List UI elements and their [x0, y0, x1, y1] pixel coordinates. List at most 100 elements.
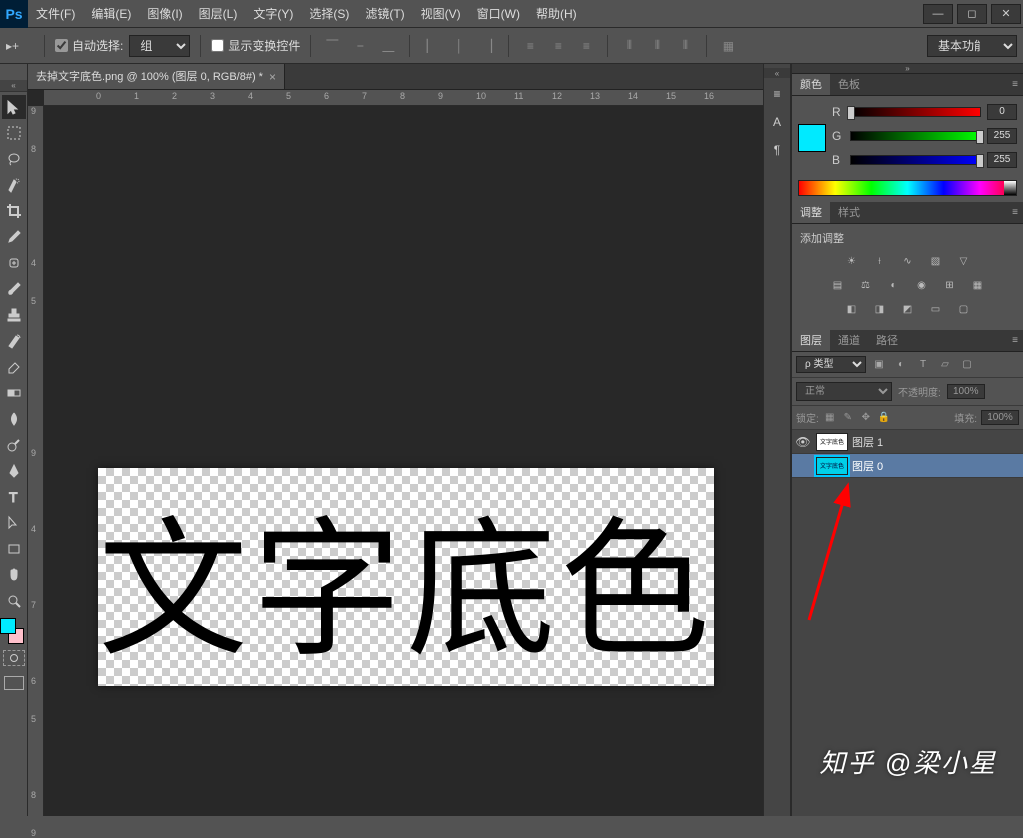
menu-file[interactable]: 文件(F): [28, 0, 83, 28]
fill-value[interactable]: 100%: [981, 410, 1019, 425]
history-brush-tool[interactable]: [2, 329, 26, 353]
menu-edit[interactable]: 编辑(E): [83, 0, 139, 28]
lookup-icon[interactable]: ▦: [968, 276, 988, 294]
dodge-tool[interactable]: [2, 433, 26, 457]
type-tool[interactable]: T: [2, 485, 26, 509]
stamp-tool[interactable]: [2, 303, 26, 327]
layer-filter-kind[interactable]: ρ 类型: [796, 356, 866, 373]
align-hcenter-icon[interactable]: │: [448, 35, 470, 57]
curves-icon[interactable]: ∿: [898, 252, 918, 270]
gradient-map-icon[interactable]: ▭: [926, 300, 946, 318]
layer-row[interactable]: 👁 文字底色 图层 1: [792, 430, 1023, 454]
lock-position-icon[interactable]: ✥: [859, 411, 873, 425]
visibility-icon[interactable]: 👁: [794, 433, 812, 451]
align-vcenter-icon[interactable]: ⎯: [349, 35, 371, 57]
hue-strip[interactable]: [798, 180, 1017, 196]
lock-transparency-icon[interactable]: ▦: [823, 411, 837, 425]
brush-tool[interactable]: [2, 277, 26, 301]
color-swatches[interactable]: [0, 618, 26, 644]
channel-mixer-icon[interactable]: ⊞: [940, 276, 960, 294]
align-right-icon[interactable]: ▕: [476, 35, 498, 57]
marquee-tool[interactable]: [2, 121, 26, 145]
menu-layer[interactable]: 图层(L): [191, 0, 246, 28]
menu-filter[interactable]: 滤镜(T): [357, 0, 412, 28]
document-tab[interactable]: 去掉文字底色.png @ 100% (图层 0, RGB/8#) * ×: [28, 64, 285, 89]
show-transform-checkbox[interactable]: 显示变换控件: [211, 37, 300, 54]
b-slider[interactable]: [850, 155, 981, 165]
distribute-vcenter-icon[interactable]: ≡: [547, 35, 569, 57]
tab-channels[interactable]: 通道: [830, 330, 868, 351]
adjust-panel-menu-icon[interactable]: ≡: [1007, 202, 1023, 223]
bw-icon[interactable]: ◐: [884, 276, 904, 294]
tab-color[interactable]: 颜色: [792, 74, 830, 95]
quick-mask-icon[interactable]: [3, 650, 25, 666]
minimize-button[interactable]: —: [923, 4, 953, 24]
layer-thumbnail[interactable]: 文字底色: [816, 433, 848, 451]
panels-collapse-icon[interactable]: »: [792, 64, 1023, 74]
vibrance-icon[interactable]: ▽: [954, 252, 974, 270]
screen-mode-icon[interactable]: [4, 676, 24, 690]
menu-window[interactable]: 窗口(W): [469, 0, 528, 28]
photo-filter-icon[interactable]: ◉: [912, 276, 932, 294]
auto-select-dropdown[interactable]: 组: [129, 35, 190, 57]
auto-select-checkbox[interactable]: 自动选择:: [55, 37, 123, 54]
tab-adjust[interactable]: 调整: [792, 202, 830, 223]
history-panel-icon[interactable]: ≡: [765, 82, 789, 106]
layer-thumbnail[interactable]: 文字底色: [816, 457, 848, 475]
r-value[interactable]: 0: [987, 104, 1017, 120]
selective-icon[interactable]: ▢: [954, 300, 974, 318]
canvas[interactable]: 文字底色: [98, 468, 714, 686]
current-color-swatch[interactable]: [798, 124, 826, 152]
align-left-icon[interactable]: ▏: [420, 35, 442, 57]
hand-tool[interactable]: [2, 563, 26, 587]
align-bottom-icon[interactable]: ⎽: [377, 35, 399, 57]
menu-view[interactable]: 视图(V): [413, 0, 469, 28]
tab-layers[interactable]: 图层: [792, 330, 830, 351]
blend-mode-dropdown[interactable]: 正常: [796, 382, 892, 401]
move-tool-icon[interactable]: ▸+: [6, 39, 34, 53]
filter-shape-icon[interactable]: ▱: [936, 357, 954, 373]
levels-icon[interactable]: ⟊: [870, 252, 890, 270]
workspace-dropdown[interactable]: 基本功能: [927, 35, 1017, 57]
foreground-color-swatch[interactable]: [0, 618, 16, 634]
tab-styles[interactable]: 样式: [830, 202, 868, 223]
menu-help[interactable]: 帮助(H): [528, 0, 585, 28]
align-top-icon[interactable]: ⎺: [321, 35, 343, 57]
close-button[interactable]: ✕: [991, 4, 1021, 24]
eyedropper-tool[interactable]: [2, 225, 26, 249]
layers-panel-menu-icon[interactable]: ≡: [1007, 330, 1023, 351]
lock-pixels-icon[interactable]: ✎: [841, 411, 855, 425]
zoom-tool[interactable]: [2, 589, 26, 613]
pen-tool[interactable]: [2, 459, 26, 483]
filter-pixel-icon[interactable]: ▣: [870, 357, 888, 373]
invert-icon[interactable]: ◧: [842, 300, 862, 318]
filter-adjust-icon[interactable]: ◐: [892, 357, 910, 373]
lock-all-icon[interactable]: 🔒: [877, 411, 891, 425]
opacity-value[interactable]: 100%: [947, 384, 985, 399]
r-slider[interactable]: [850, 107, 981, 117]
eraser-tool[interactable]: [2, 355, 26, 379]
lasso-tool[interactable]: [2, 147, 26, 171]
color-panel-menu-icon[interactable]: ≡: [1007, 74, 1023, 95]
blur-tool[interactable]: [2, 407, 26, 431]
distribute-top-icon[interactable]: ≡: [519, 35, 541, 57]
quick-select-tool[interactable]: [2, 173, 26, 197]
filter-type-icon[interactable]: T: [914, 357, 932, 373]
brightness-icon[interactable]: ☀: [842, 252, 862, 270]
strip-collapse-icon[interactable]: «: [764, 68, 790, 78]
auto-align-icon[interactable]: ▦: [717, 35, 739, 57]
healing-tool[interactable]: [2, 251, 26, 275]
toolbox-collapse-icon[interactable]: «: [0, 80, 27, 92]
filter-smart-icon[interactable]: ▢: [958, 357, 976, 373]
exposure-icon[interactable]: ▧: [926, 252, 946, 270]
g-value[interactable]: 255: [987, 128, 1017, 144]
distribute-right-icon[interactable]: ⦀: [674, 35, 696, 57]
canvas-viewport[interactable]: 文字底色: [44, 106, 763, 816]
close-tab-icon[interactable]: ×: [269, 64, 276, 90]
layer-row[interactable]: 文字底色 图层 0: [792, 454, 1023, 478]
maximize-button[interactable]: ◻: [957, 4, 987, 24]
gradient-tool[interactable]: [2, 381, 26, 405]
tab-paths[interactable]: 路径: [868, 330, 906, 351]
character-panel-icon[interactable]: A: [765, 110, 789, 134]
distribute-bottom-icon[interactable]: ≡: [575, 35, 597, 57]
